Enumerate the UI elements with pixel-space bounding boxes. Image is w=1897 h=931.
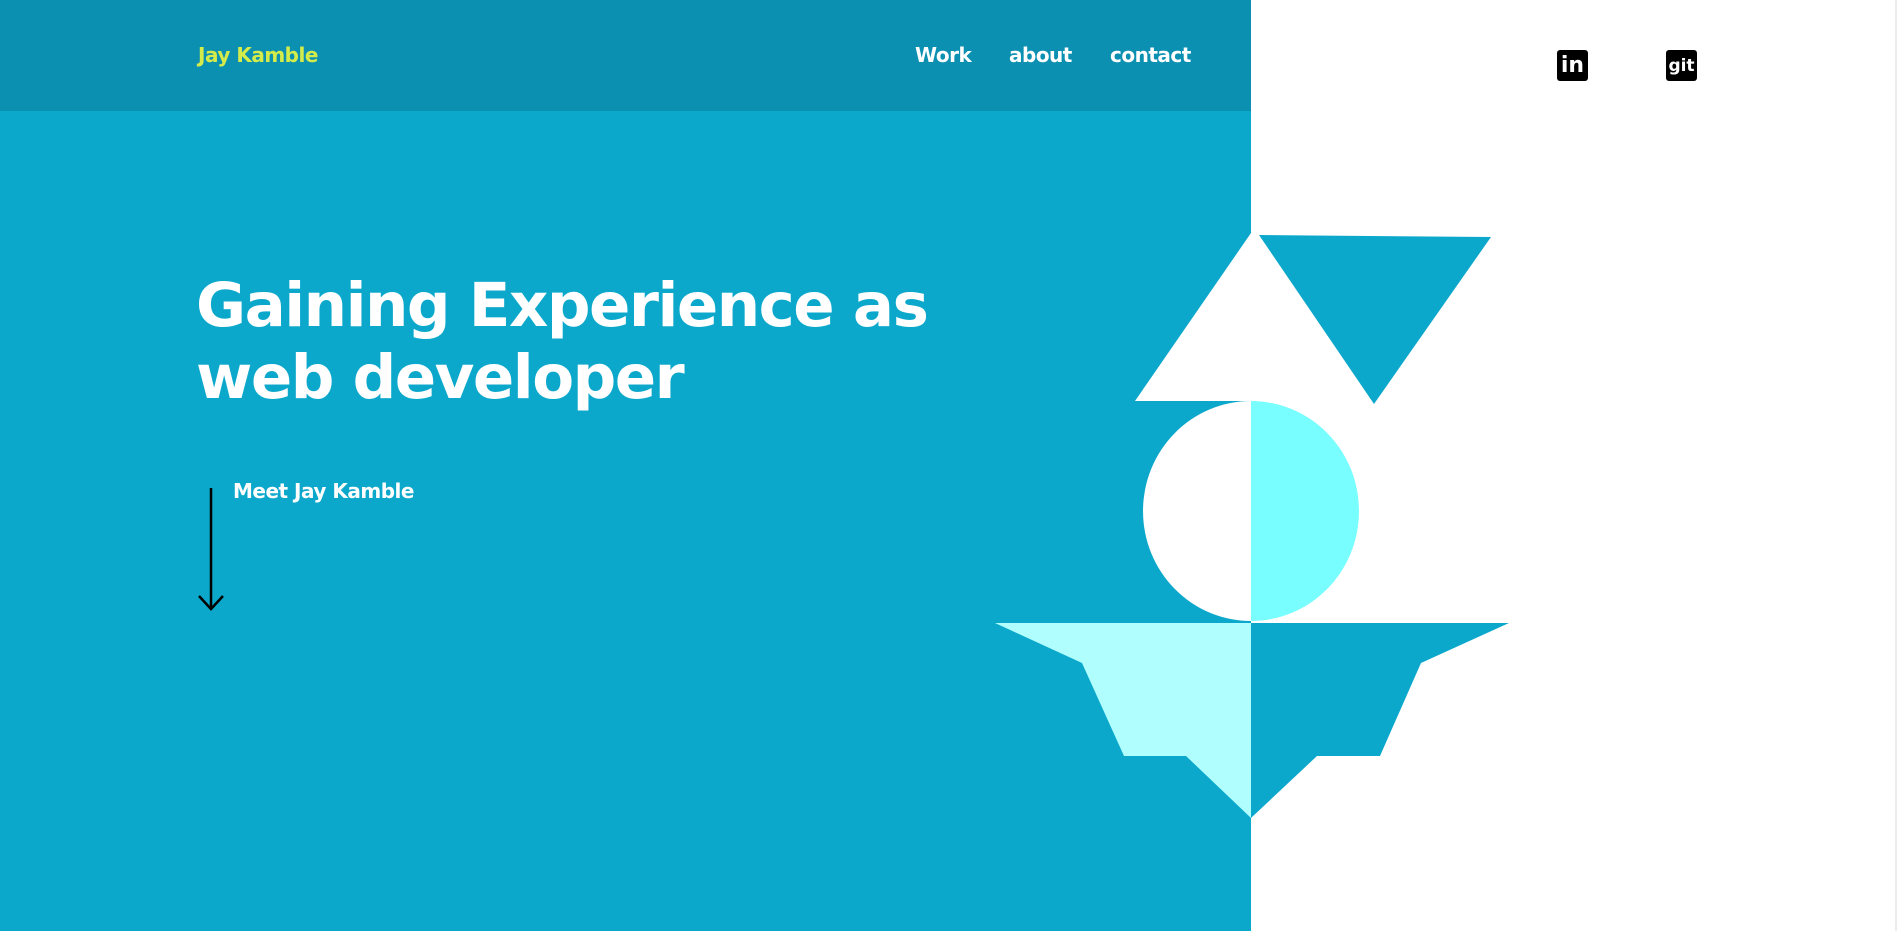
bowl-right-shape bbox=[1251, 623, 1509, 818]
half-circle-cyan-shape bbox=[1251, 401, 1359, 621]
bowl-left-shape bbox=[995, 623, 1251, 818]
triangle-down-shape bbox=[1259, 235, 1491, 404]
half-circle-white-shape bbox=[1143, 401, 1251, 621]
geometric-illustration bbox=[995, 233, 1509, 818]
triangle-white-shape bbox=[1135, 233, 1251, 401]
